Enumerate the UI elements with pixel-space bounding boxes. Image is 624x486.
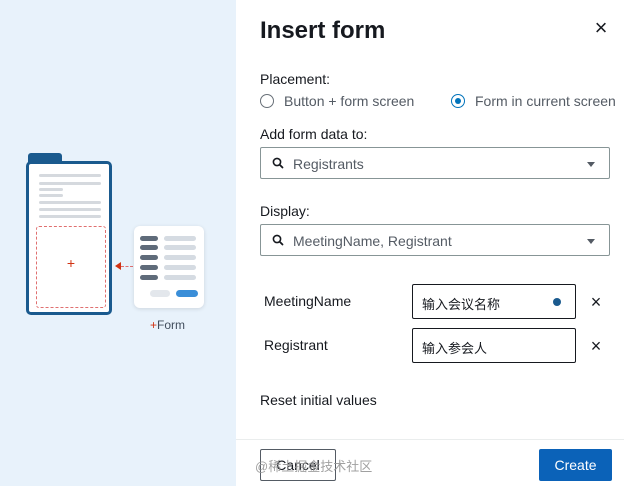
meeting-name-label: MeetingName: [264, 293, 352, 309]
registrant-input[interactable]: 输入参会人: [412, 328, 576, 363]
chevron-down-icon: [587, 162, 595, 167]
registrant-label: Registrant: [264, 337, 328, 353]
remove-meeting-name-icon[interactable]: ×: [588, 293, 604, 311]
form-card-illustration: [134, 226, 204, 308]
drop-zone: +: [36, 226, 106, 308]
form-data-value: Registrants: [293, 156, 364, 172]
placement-radio-group: Button + form screen Form in current scr…: [260, 93, 624, 111]
radio-circle-icon[interactable]: [260, 94, 274, 108]
dashed-arrow-line: [121, 266, 133, 267]
chevron-down-icon: [587, 239, 595, 244]
radio-form-current-screen[interactable]: Form in current screen: [451, 93, 616, 109]
registrant-placeholder: 输入参会人: [422, 341, 488, 356]
radio-checked-icon[interactable]: [451, 94, 465, 108]
document-illustration: +: [26, 161, 112, 315]
form-caption-text: Form: [157, 318, 186, 332]
search-icon: [272, 157, 284, 169]
radio-label: Button + form screen: [284, 93, 415, 109]
close-icon[interactable]: ×: [590, 17, 612, 39]
doc-line: [39, 208, 101, 211]
create-button[interactable]: Create: [539, 449, 612, 481]
search-icon: [272, 234, 284, 246]
radio-label: Form in current screen: [475, 93, 616, 109]
add-form-data-label: Add form data to:: [260, 126, 368, 142]
form-data-select[interactable]: Registrants: [260, 147, 610, 179]
remove-registrant-icon[interactable]: ×: [588, 337, 604, 355]
indicator-dot-icon: [553, 298, 561, 306]
insert-form-dialog: Insert form × Placement: Button + form s…: [236, 0, 624, 486]
doc-line: [39, 188, 63, 191]
display-label: Display:: [260, 203, 310, 219]
plus-icon: +: [66, 255, 76, 271]
arrow-left-icon: [115, 262, 121, 270]
reset-initial-values-link[interactable]: Reset initial values: [260, 392, 377, 408]
footer-divider: [236, 439, 624, 440]
plus-icon: +: [150, 318, 158, 332]
placement-label: Placement:: [260, 71, 331, 87]
doc-line: [39, 201, 101, 204]
form-card-button-primary: [176, 290, 198, 297]
illustration-panel: + +Form: [0, 0, 236, 486]
dialog-title: Insert form: [260, 17, 386, 44]
form-caption: +Form: [150, 318, 185, 332]
form-card-button-secondary: [150, 290, 170, 297]
radio-button-form-screen[interactable]: Button + form screen: [260, 93, 414, 109]
display-select[interactable]: MeetingName, Registrant: [260, 224, 610, 256]
display-value: MeetingName, Registrant: [293, 233, 452, 249]
doc-line: [39, 194, 63, 197]
doc-line: [39, 174, 101, 177]
doc-line: [39, 182, 101, 185]
cancel-button[interactable]: Cancel: [260, 449, 336, 481]
meeting-name-input[interactable]: 输入会议名称: [412, 284, 576, 319]
doc-line: [39, 215, 101, 218]
meeting-name-placeholder: 输入会议名称: [422, 297, 501, 312]
